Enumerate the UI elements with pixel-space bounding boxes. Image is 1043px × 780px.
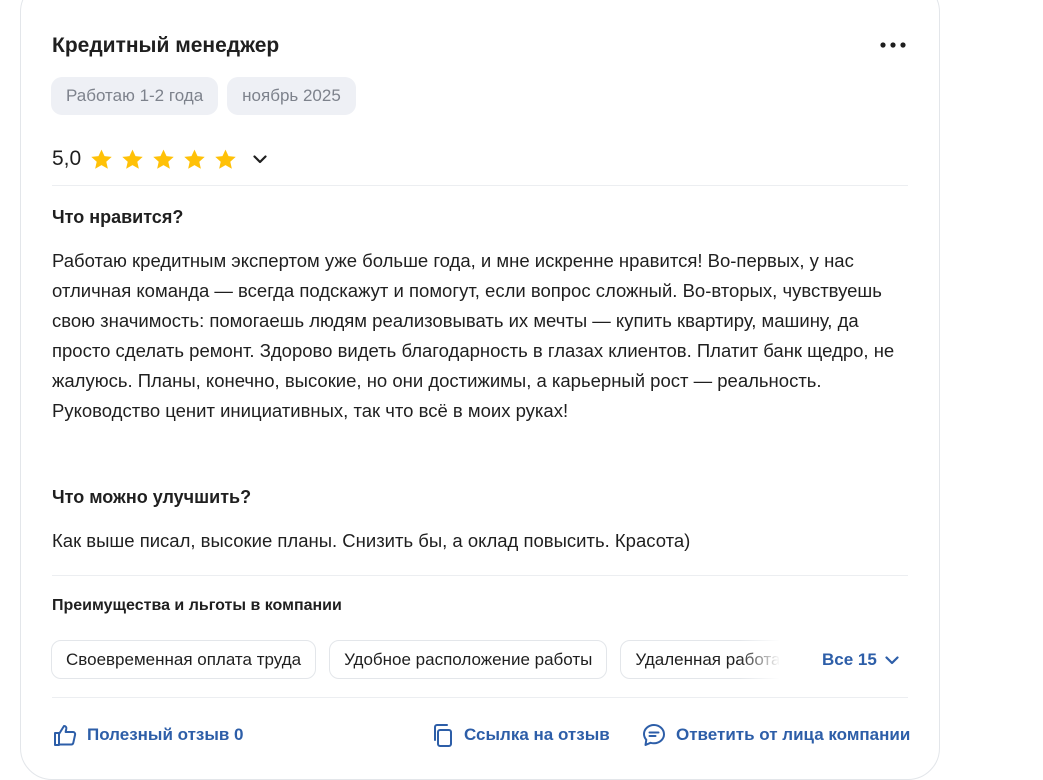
chevron-down-icon [885, 655, 899, 664]
divider [52, 697, 908, 698]
benefit-chip[interactable]: Удобное расположение работы [329, 640, 608, 679]
review-title: Кредитный менеджер [52, 34, 280, 57]
likes-text: Работаю кредитным экспертом уже больше г… [52, 250, 895, 421]
copy-link-icon [434, 724, 452, 747]
reply-as-company-label: Ответить от лица компании [676, 725, 911, 744]
divider [52, 575, 908, 576]
chevron-down-icon [253, 154, 267, 163]
likes-heading: Что нравится? [52, 207, 184, 227]
rating-details-button[interactable] [250, 149, 270, 169]
star-icon [91, 149, 112, 169]
star-icon [215, 149, 236, 169]
improve-text: Как выше писал, высокие планы. Снизить б… [52, 530, 691, 551]
reply-as-company-button[interactable]: Ответить от лица компании [641, 721, 910, 749]
thumbs-up-icon [54, 725, 77, 746]
all-benefits-button[interactable]: Все 15 [822, 648, 899, 672]
benefits-list: Своевременная оплата труда Удобное распо… [51, 640, 779, 679]
experience-tag: Работаю 1-2 года [51, 77, 219, 115]
more-options-button[interactable] [876, 34, 910, 56]
divider [52, 185, 908, 186]
rating-value: 5,0 [52, 147, 82, 170]
star-icon [122, 149, 143, 169]
rating-stars [89, 147, 238, 172]
review-link-label: Ссылка на отзыв [464, 725, 610, 744]
benefits-fade [740, 640, 780, 679]
useful-review-button[interactable]: Полезный отзыв 0 [52, 721, 244, 749]
useful-review-label: Полезный отзыв 0 [87, 725, 244, 744]
date-tag: ноябрь 2025 [227, 77, 356, 115]
benefit-chip[interactable]: Своевременная оплата труда [51, 640, 317, 679]
improve-heading: Что можно улучшить? [52, 487, 252, 507]
review-tags: Работаю 1-2 года ноябрь 2025 [51, 77, 356, 115]
all-benefits-label: Все 15 [822, 650, 877, 669]
review-link-button[interactable]: Ссылка на отзыв [431, 721, 610, 749]
more-dots-icon [880, 42, 906, 48]
star-icon [184, 149, 205, 169]
benefits-heading: Преимущества и льготы в компании [52, 597, 342, 614]
rating-row: 5,0 [52, 144, 270, 174]
star-icon [153, 149, 174, 169]
chat-bubble-icon [643, 724, 665, 746]
